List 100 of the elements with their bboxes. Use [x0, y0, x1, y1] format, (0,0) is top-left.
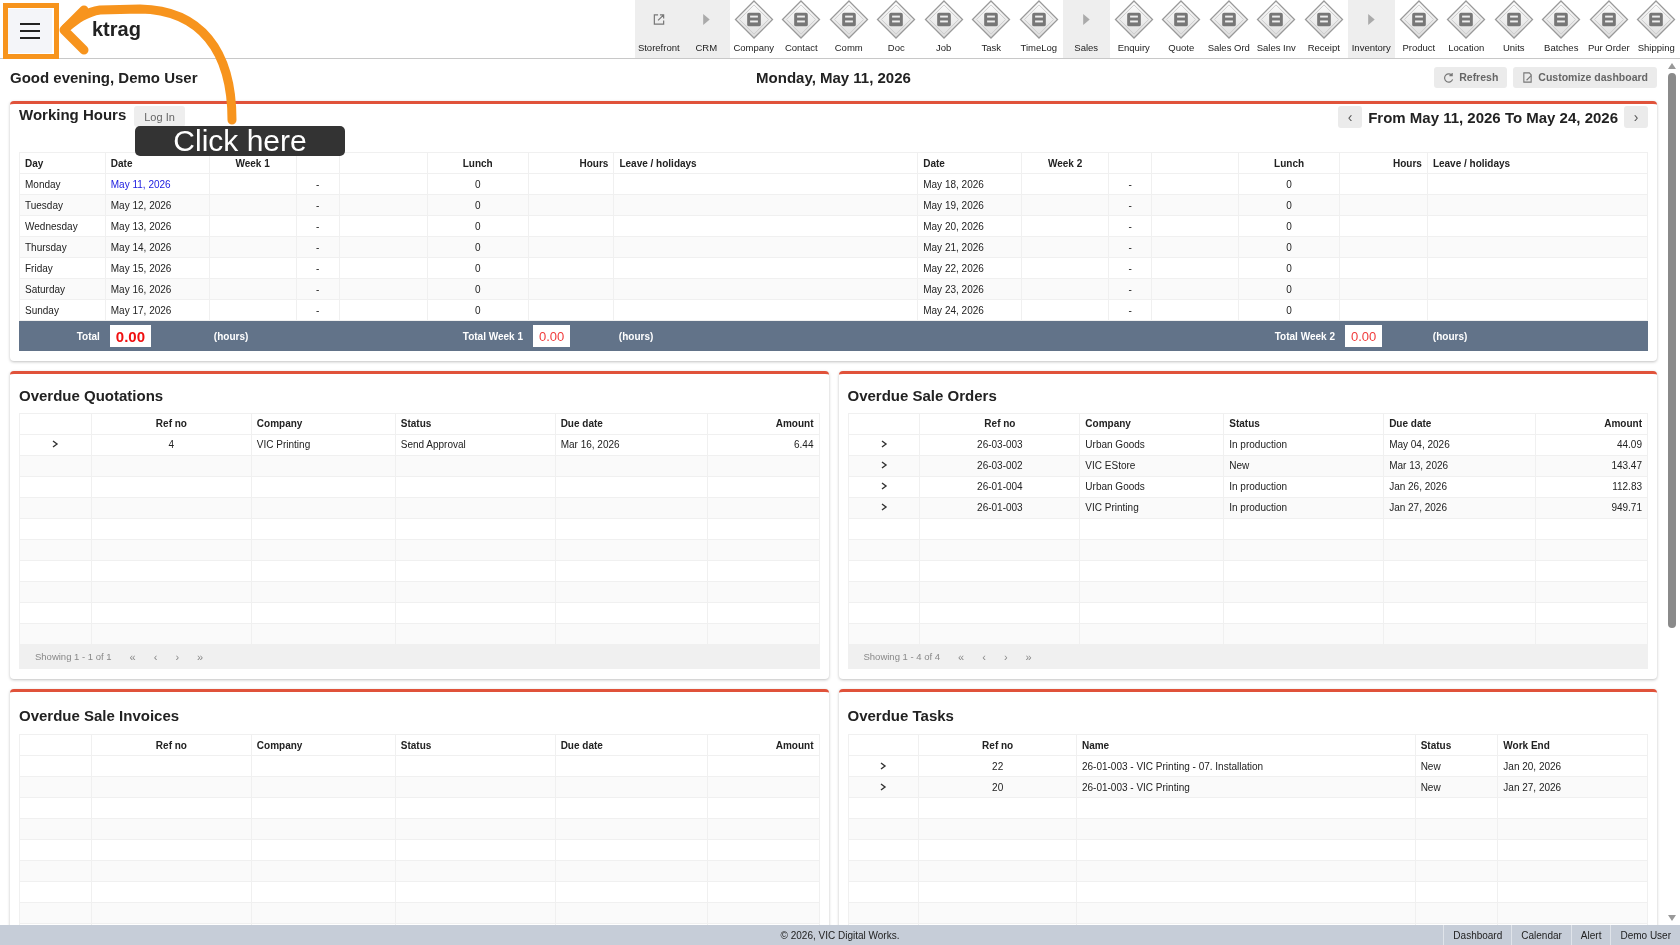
column-header: Name — [1076, 734, 1416, 756]
card-title: Overdue Sale Invoices — [19, 706, 180, 724]
column-header: Company — [251, 413, 396, 434]
diamond-icon — [733, 0, 774, 39]
login-button[interactable]: Log In — [134, 106, 185, 127]
column-header: Due date — [1383, 413, 1536, 434]
pager-summary: Showing 1 - 1 of 1 — [35, 651, 112, 663]
diamond-icon — [1113, 0, 1154, 39]
column-header: Status — [1415, 734, 1498, 756]
column-header: Ref no — [919, 413, 1080, 434]
column-header: Work End — [1497, 734, 1648, 756]
column-header: Ref no — [918, 734, 1077, 756]
toolbar-button[interactable]: Storefront — [635, 0, 683, 58]
column-header: Leave / holidays — [613, 152, 918, 174]
total-label: Total — [76, 330, 100, 342]
diamond-icon — [923, 0, 964, 39]
column-header: Due date — [555, 413, 708, 434]
highlight-box — [3, 3, 59, 59]
diamond-icon — [876, 0, 917, 39]
diamond-icon — [1161, 0, 1202, 39]
column-header: Amount — [707, 413, 819, 434]
total-field[interactable]: 0.00 — [533, 325, 571, 347]
card-title: Working Hours — [19, 106, 127, 123]
greeting-text: Good evening, Demo User — [10, 68, 199, 86]
column-header: Status — [1223, 413, 1384, 434]
date-range: From May 11, 2026 To May 24, 2026 — [1368, 108, 1618, 126]
total-label: Total Week 1 — [462, 330, 523, 342]
card-title: Overdue Sale Orders — [847, 386, 997, 404]
chevron-icon — [879, 503, 888, 511]
column-header: Amount — [1535, 413, 1648, 434]
diamond-icon — [1446, 0, 1487, 39]
column-header: Amount — [707, 734, 819, 756]
footer-link[interactable]: Demo User — [1610, 925, 1680, 945]
diamond-icon — [828, 0, 869, 39]
chevron-icon — [879, 440, 888, 448]
diamond-icon — [1208, 0, 1249, 39]
edit-icon — [1522, 71, 1534, 83]
column-header: Ref no — [91, 734, 252, 756]
unit-label: (hours) — [1432, 330, 1468, 342]
column-header: Date — [917, 152, 1022, 174]
click-here-tooltip: Click here — [135, 126, 345, 156]
column-header: Company — [1079, 413, 1224, 434]
table-cell: Saturday — [19, 278, 106, 300]
column-header: Week 2 — [1021, 152, 1109, 174]
table-cell: Monday — [19, 173, 106, 195]
column-header: Lunch — [1238, 152, 1340, 174]
menu-button[interactable] — [8, 9, 52, 53]
column-header: Status — [395, 413, 556, 434]
diamond-icon — [1636, 0, 1677, 39]
card-title: Overdue Quotations — [19, 386, 164, 404]
diamond-icon — [1588, 0, 1629, 39]
table-cell: Tuesday — [19, 194, 106, 216]
column-header: Status — [395, 734, 556, 756]
diamond-icon — [1018, 0, 1059, 39]
diamond-icon — [1256, 0, 1297, 39]
table-cell: Wednesday — [19, 215, 106, 237]
table-cell: Sunday — [19, 299, 106, 321]
diamond-icon — [1541, 0, 1582, 39]
refresh-icon — [1443, 71, 1455, 83]
total-label: Total Week 2 — [1274, 330, 1335, 342]
chevron-icon — [51, 440, 60, 448]
next-button[interactable]: › — [1624, 106, 1648, 128]
table-cell: 26-01-003 - VIC Printing — [1076, 776, 1416, 798]
toolbar-button[interactable]: Inventory — [1347, 0, 1395, 58]
diamond-icon — [971, 0, 1012, 39]
date-text: Monday, May 11, 2026 — [756, 68, 911, 86]
column-header: Lunch — [427, 152, 529, 174]
column-header: Hours — [528, 152, 614, 174]
column-header: Day — [19, 152, 106, 174]
chevron-icon — [879, 482, 888, 490]
chevron-icon — [879, 782, 888, 791]
column-header: Due date — [555, 734, 708, 756]
refresh-button[interactable]: Refresh — [1434, 66, 1508, 88]
unit-label: (hours) — [618, 330, 654, 342]
customize-button[interactable]: Customize dashboard — [1513, 66, 1657, 88]
pager-summary: Showing 1 - 4 of 4 — [863, 651, 941, 663]
column-header: Leave / holidays — [1427, 152, 1648, 174]
toolbar-button[interactable]: CRM — [682, 0, 730, 58]
footer-link[interactable]: Dashboard — [1443, 925, 1512, 945]
column-header: Ref no — [91, 413, 252, 434]
chevron-icon — [879, 761, 888, 770]
chevron-icon — [879, 461, 888, 469]
total-field[interactable]: 0.00 — [109, 325, 152, 347]
card-title: Overdue Tasks — [847, 706, 954, 724]
copyright-text: © 2026, VIC Digital Works. — [780, 929, 900, 941]
diamond-icon — [1493, 0, 1534, 39]
diamond-icon — [1303, 0, 1344, 39]
column-header: Company — [251, 734, 396, 756]
table-cell: Thursday — [19, 236, 106, 258]
previous-button[interactable]: ‹ — [1338, 106, 1363, 128]
table-cell: 26-01-003 - VIC Printing - 07. Installation — [1076, 755, 1416, 777]
diamond-icon — [1398, 0, 1439, 39]
footer-link[interactable]: Calendar — [1511, 925, 1571, 945]
total-field[interactable]: 0.00 — [1344, 325, 1383, 347]
footer-link[interactable]: Alert — [1570, 925, 1611, 945]
table-cell: Friday — [19, 257, 106, 279]
external-link-icon — [651, 13, 666, 26]
diamond-icon — [781, 0, 822, 39]
toolbar-button[interactable]: Sales — [1062, 0, 1110, 58]
unit-label: (hours) — [213, 330, 249, 342]
